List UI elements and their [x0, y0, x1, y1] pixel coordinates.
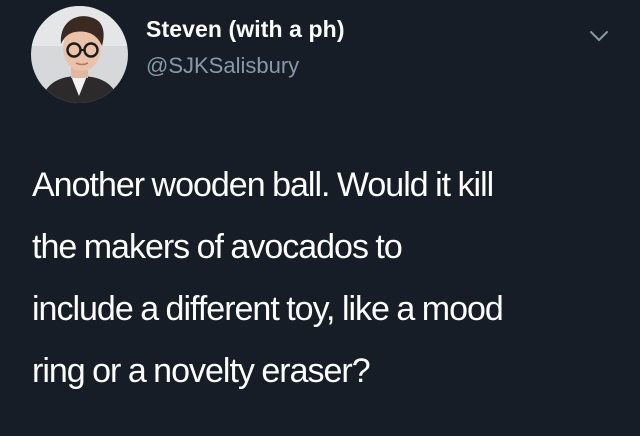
author-display-name[interactable]: Steven (with a ph) — [146, 14, 345, 44]
tweet-author[interactable]: Steven (with a ph) @SJKSalisbury — [146, 14, 345, 81]
avatar[interactable] — [31, 6, 128, 103]
author-handle[interactable]: @SJKSalisbury — [146, 51, 345, 81]
tweet-text-line: include a different toy, like a mood — [32, 290, 504, 328]
tweet-text-line: ring or a novelty eraser? — [32, 352, 371, 390]
tweet-text-line: Another wooden ball. Would it kill — [32, 166, 494, 204]
tweet-card: Steven (with a ph) @SJKSalisbury Another… — [0, 0, 640, 436]
tweet-text: Another wooden ball. Would it kill the m… — [32, 154, 622, 402]
tweet-text-line: the makers of avocados to — [32, 228, 403, 266]
chevron-down-icon[interactable] — [588, 28, 610, 44]
avatar-photo-icon — [31, 6, 128, 103]
